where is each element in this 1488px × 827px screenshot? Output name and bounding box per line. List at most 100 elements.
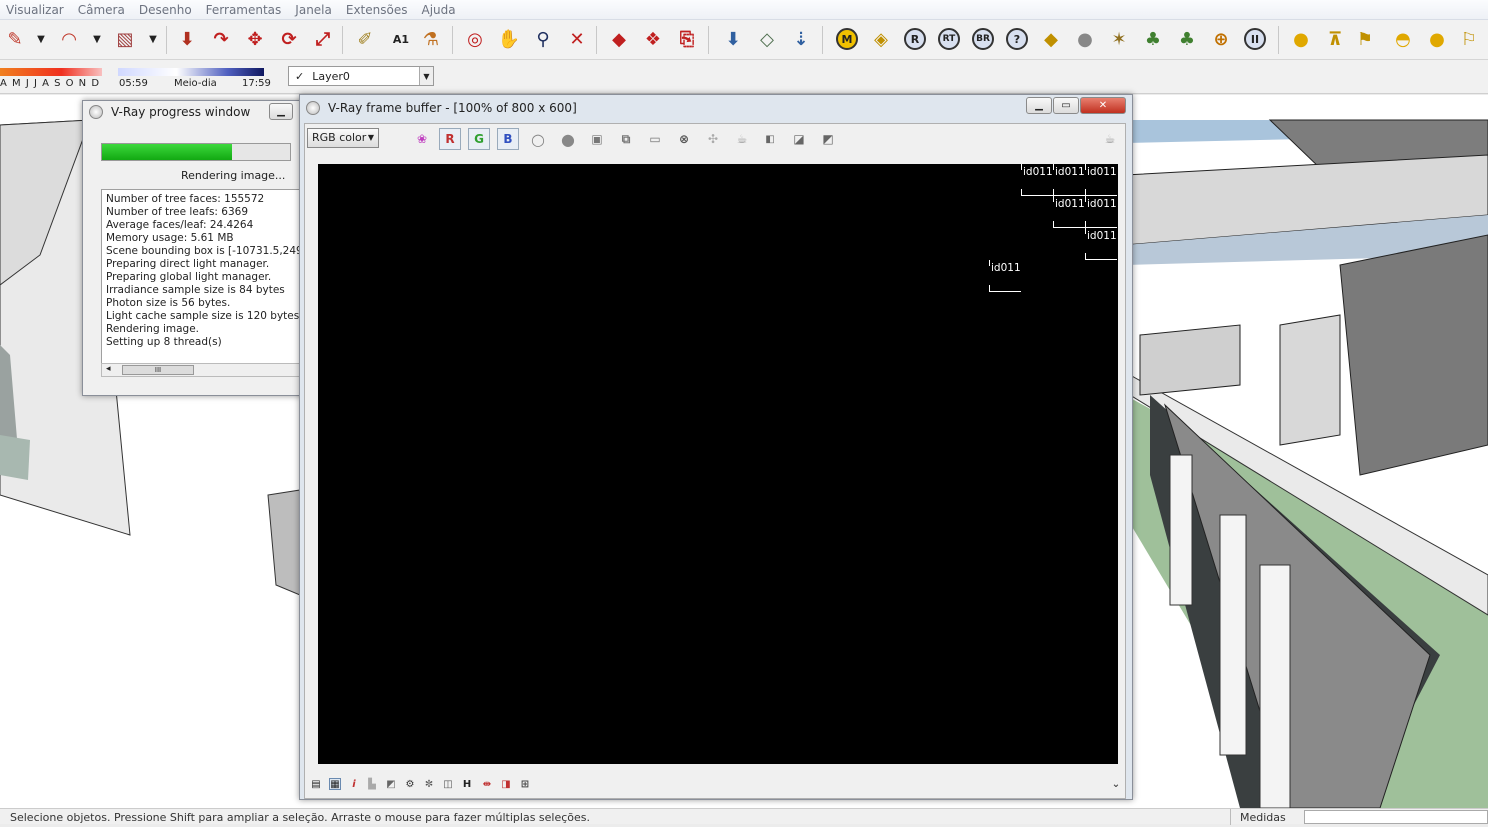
scale-icon[interactable]: ⤢: [310, 26, 336, 52]
curve-icon[interactable]: ◫: [442, 778, 454, 790]
h-button[interactable]: H: [461, 778, 473, 790]
minimize-button[interactable]: ▁: [1026, 97, 1052, 114]
menu-ajuda[interactable]: Ajuda: [421, 3, 455, 17]
chevron-down-icon[interactable]: ▼: [419, 67, 433, 85]
layer-select[interactable]: ✓ Layer0 ▼: [288, 66, 434, 86]
minimize-button[interactable]: ▁: [269, 103, 293, 120]
save-image-icon[interactable]: ▣: [586, 128, 608, 150]
paint-bucket-icon[interactable]: ⚗: [418, 26, 444, 52]
menu-extensoes[interactable]: Extensões: [346, 3, 408, 17]
vray-options-icon[interactable]: ◈: [868, 26, 894, 52]
color-channels-icon[interactable]: ❀: [411, 128, 433, 150]
red-channel-button[interactable]: R: [439, 128, 461, 150]
help-icon[interactable]: ?: [1004, 26, 1030, 52]
close-button[interactable]: ✕: [1080, 97, 1126, 114]
component-icon[interactable]: ◆: [606, 26, 632, 52]
spot-light-icon[interactable]: ⚑: [1352, 26, 1378, 52]
vray-icon: [306, 101, 320, 115]
pan-icon[interactable]: ✋: [496, 26, 522, 52]
track-mouse-icon[interactable]: ✣: [702, 128, 724, 150]
export-proxy-icon[interactable]: ♣: [1174, 26, 1200, 52]
rotate-icon[interactable]: ⟳: [276, 26, 302, 52]
camera-target-icon[interactable]: ⊕: [1208, 26, 1234, 52]
clear-image-icon[interactable]: ⊗: [673, 128, 695, 150]
menu-visualizar[interactable]: Visualizar: [6, 3, 64, 17]
render-canvas[interactable]: id011 id011 id011 id011 id011 id011 id01…: [318, 164, 1118, 764]
rectangle-icon[interactable]: ▧: [112, 26, 138, 52]
zoom-icon[interactable]: ⚲: [530, 26, 556, 52]
arc-icon[interactable]: ◠: [56, 26, 82, 52]
vray-batch-render-icon[interactable]: BR: [970, 26, 996, 52]
move-icon[interactable]: ✥: [242, 26, 268, 52]
open-folder-icon[interactable]: ▭: [644, 128, 666, 150]
dome-light-icon[interactable]: ◓: [1390, 26, 1416, 52]
menu-bar: Visualizar Câmera Desenho Ferramentas Ja…: [0, 0, 1488, 20]
pencil-icon[interactable]: ✎: [2, 26, 28, 52]
green-channel-button[interactable]: G: [468, 128, 490, 150]
render-bucket: id011: [1021, 164, 1053, 196]
menu-ferramentas[interactable]: Ferramentas: [206, 3, 282, 17]
tag-icon[interactable]: ◆: [1038, 26, 1064, 52]
tape-measure-icon[interactable]: ✐: [352, 26, 378, 52]
follow-me-icon[interactable]: ↷: [208, 26, 234, 52]
color-corrections-icon[interactable]: ▦: [329, 778, 341, 790]
menu-camera[interactable]: Câmera: [78, 3, 125, 17]
omni-light-icon[interactable]: ●: [1288, 26, 1314, 52]
warehouse-icon[interactable]: ⬇: [720, 26, 746, 52]
measurements-input[interactable]: [1304, 810, 1488, 824]
display-correction-icon[interactable]: ▤: [310, 778, 322, 790]
text-icon[interactable]: A1: [388, 26, 414, 52]
proxy-tree-icon[interactable]: ♣: [1140, 26, 1166, 52]
status-text: Selecione objetos. Pressione Shift para …: [10, 811, 591, 824]
groups-icon[interactable]: ❖: [640, 26, 666, 52]
chevron-down-icon[interactable]: ▼: [28, 26, 54, 52]
pause-icon[interactable]: II: [1242, 26, 1268, 52]
vfb-history-icon[interactable]: ☕: [731, 128, 753, 150]
vray-render-icon[interactable]: R: [902, 26, 928, 52]
vray-rt-icon[interactable]: RT: [936, 26, 962, 52]
lut-icon[interactable]: ⊞: [519, 778, 531, 790]
alpha-channel-icon[interactable]: ○: [527, 128, 549, 150]
progress-title: V-Ray progress window: [111, 105, 251, 119]
vray-material-icon[interactable]: M: [834, 26, 860, 52]
time-slider[interactable]: [118, 68, 264, 76]
layers-icon[interactable]: ✼: [423, 778, 435, 790]
vertical-compare-icon[interactable]: ◨: [500, 778, 512, 790]
region-render-icon[interactable]: ◪: [788, 128, 810, 150]
export-icon[interactable]: ⎘: [674, 26, 700, 52]
share-icon[interactable]: ◇: [754, 26, 780, 52]
compare-icon[interactable]: ◧: [759, 128, 781, 150]
expand-panel-icon[interactable]: ⌄: [1110, 778, 1122, 790]
monochrome-icon[interactable]: ●: [557, 128, 579, 150]
chevron-down-icon[interactable]: ▼: [84, 26, 110, 52]
teapot-render-icon[interactable]: ☕: [1099, 128, 1121, 150]
month-slider[interactable]: [0, 68, 102, 76]
channel-select[interactable]: RGB color ▼: [307, 128, 379, 148]
lens-effects-icon[interactable]: ⚙: [404, 778, 416, 790]
scroll-left-icon[interactable]: ◂: [106, 364, 111, 374]
ies-light-icon[interactable]: ⚐: [1456, 26, 1482, 52]
zoom-extents-icon[interactable]: ✕: [564, 26, 590, 52]
push-pull-icon[interactable]: ⬇: [174, 26, 200, 52]
orbit-icon[interactable]: ◎: [462, 26, 488, 52]
chevron-down-icon[interactable]: ▼: [140, 26, 166, 52]
rect-light-icon[interactable]: ⊼: [1322, 26, 1348, 52]
sphere-light-icon[interactable]: ●: [1424, 26, 1450, 52]
ab-compare-icon[interactable]: ⇹: [481, 778, 493, 790]
menu-desenho[interactable]: Desenho: [139, 3, 192, 17]
info-icon[interactable]: i: [348, 778, 360, 790]
scroll-thumb[interactable]: III: [122, 365, 194, 375]
blue-channel-button[interactable]: B: [497, 128, 519, 150]
levels-icon[interactable]: ◩: [385, 778, 397, 790]
secondary-toolbar: A M J J A S O N D 05:59 Meio-dia 17:59 ✓…: [0, 60, 1488, 94]
menu-janela[interactable]: Janela: [295, 3, 332, 17]
fur-icon[interactable]: ✶: [1106, 26, 1132, 52]
save-all-icon[interactable]: ⧉: [615, 128, 637, 150]
maximize-button[interactable]: ▭: [1053, 97, 1079, 114]
link-to-render-icon[interactable]: ◩: [817, 128, 839, 150]
histogram-icon[interactable]: ▙: [366, 778, 378, 790]
framebuffer-titlebar[interactable]: V-Ray frame buffer - [100% of 800 x 600]: [300, 95, 1132, 121]
sphere-icon[interactable]: ●: [1072, 26, 1098, 52]
horizontal-scrollbar[interactable]: ◂ III: [101, 363, 301, 377]
download-icon[interactable]: ⇣: [788, 26, 814, 52]
